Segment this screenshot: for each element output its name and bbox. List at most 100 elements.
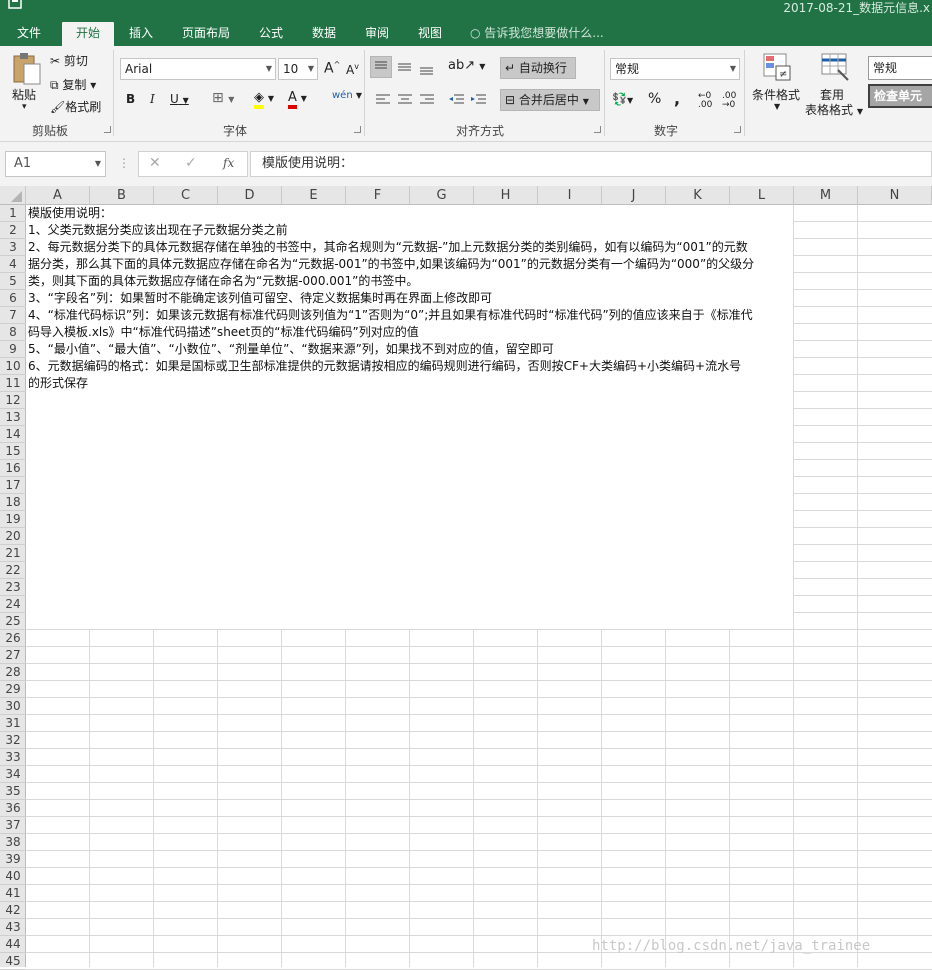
- row-header[interactable]: 16: [0, 460, 26, 477]
- insert-function-button[interactable]: fx: [223, 156, 234, 170]
- column-header-f[interactable]: F: [346, 186, 410, 205]
- borders-button[interactable]: ⊞ ▼: [212, 90, 234, 106]
- percent-button[interactable]: %: [648, 91, 661, 107]
- comma-style-button[interactable]: ,: [674, 89, 680, 108]
- row-header[interactable]: 32: [0, 732, 26, 749]
- align-top-button[interactable]: [370, 56, 392, 78]
- row-header[interactable]: 45: [0, 953, 26, 970]
- row-header[interactable]: 30: [0, 698, 26, 715]
- row-header[interactable]: 25: [0, 613, 26, 630]
- orientation-button[interactable]: ab↗ ▼: [448, 58, 485, 73]
- row-header[interactable]: 4: [0, 256, 26, 273]
- bold-button[interactable]: B: [126, 92, 135, 106]
- row-header[interactable]: 15: [0, 443, 26, 460]
- row-header[interactable]: 22: [0, 562, 26, 579]
- row-header[interactable]: 33: [0, 749, 26, 766]
- wrap-text-button[interactable]: ↵ 自动换行: [500, 57, 576, 79]
- row-header[interactable]: 12: [0, 392, 26, 409]
- clipboard-launcher-icon[interactable]: [104, 126, 111, 133]
- tell-me-box[interactable]: ○ 告诉我您想要做什么...: [470, 22, 620, 46]
- row-header[interactable]: 9: [0, 341, 26, 358]
- align-left-icon[interactable]: [374, 92, 392, 108]
- format-as-table-button[interactable]: 表格格式 ▼: [805, 101, 863, 118]
- save-icon[interactable]: [8, 0, 22, 10]
- tab-home[interactable]: 开始: [62, 22, 114, 46]
- row-header[interactable]: 36: [0, 800, 26, 817]
- number-launcher-icon[interactable]: [734, 126, 741, 133]
- format-as-table-icon[interactable]: [820, 52, 850, 82]
- cell-style-normal[interactable]: 常规: [868, 56, 932, 80]
- underline-button[interactable]: U ▼: [170, 92, 189, 106]
- row-header[interactable]: 11: [0, 375, 26, 392]
- row-header[interactable]: 31: [0, 715, 26, 732]
- cut-button[interactable]: ✂ 剪切: [50, 52, 88, 69]
- accounting-format-button[interactable]: 💱▼: [612, 92, 633, 106]
- row-header[interactable]: 38: [0, 834, 26, 851]
- tab-file[interactable]: 文件: [5, 22, 53, 46]
- shrink-font-button[interactable]: Av: [346, 62, 359, 77]
- column-header-m[interactable]: M: [794, 186, 858, 205]
- column-header-c[interactable]: C: [154, 186, 218, 205]
- grow-font-button[interactable]: A^: [324, 60, 340, 77]
- merge-center-button[interactable]: ⊟ 合并后居中 ▼: [500, 89, 600, 111]
- row-header[interactable]: 29: [0, 681, 26, 698]
- row-header[interactable]: 37: [0, 817, 26, 834]
- row-header[interactable]: 41: [0, 885, 26, 902]
- phonetic-guide-button[interactable]: wén ▼: [332, 90, 362, 101]
- row-header[interactable]: 35: [0, 783, 26, 800]
- italic-button[interactable]: I: [150, 92, 155, 106]
- tab-insert[interactable]: 插入: [118, 22, 164, 46]
- tab-view[interactable]: 视图: [407, 22, 453, 46]
- cell-style-check-cell[interactable]: 检查单元: [868, 84, 932, 108]
- number-format-select[interactable]: 常规 ▼: [610, 58, 740, 80]
- increase-indent-icon[interactable]: [470, 92, 488, 108]
- format-painter-button[interactable]: 🖌格式刷: [50, 98, 101, 115]
- row-header[interactable]: 23: [0, 579, 26, 596]
- row-header[interactable]: 27: [0, 647, 26, 664]
- tab-page-layout[interactable]: 页面布局: [172, 22, 240, 46]
- row-header[interactable]: 3: [0, 239, 26, 256]
- cancel-icon[interactable]: ✕: [149, 155, 161, 171]
- row-header[interactable]: 21: [0, 545, 26, 562]
- font-color-button[interactable]: A ▼: [288, 90, 307, 109]
- row-header[interactable]: 39: [0, 851, 26, 868]
- tab-review[interactable]: 审阅: [354, 22, 400, 46]
- align-right-icon[interactable]: [418, 92, 436, 108]
- row-header[interactable]: 20: [0, 528, 26, 545]
- paste-button[interactable]: 粘贴: [12, 86, 36, 103]
- row-header[interactable]: 19: [0, 511, 26, 528]
- name-box[interactable]: A1 ▼: [5, 151, 106, 177]
- formula-input[interactable]: 模版使用说明：: [250, 151, 932, 177]
- row-header[interactable]: 26: [0, 630, 26, 647]
- quick-access-toolbar[interactable]: [8, 0, 22, 14]
- row-header[interactable]: 17: [0, 477, 26, 494]
- conditional-formatting-button[interactable]: 条件格式: [752, 86, 800, 103]
- align-bottom-icon[interactable]: [418, 58, 436, 76]
- paste-icon[interactable]: [10, 52, 42, 86]
- row-header[interactable]: 5: [0, 273, 26, 290]
- align-center-icon[interactable]: [396, 92, 414, 108]
- row-header[interactable]: 14: [0, 426, 26, 443]
- font-launcher-icon[interactable]: [354, 126, 361, 133]
- column-header-e[interactable]: E: [282, 186, 346, 205]
- enter-icon[interactable]: ✓: [185, 155, 197, 171]
- paste-dropdown-icon[interactable]: ▾: [22, 102, 27, 112]
- tab-formulas[interactable]: 公式: [248, 22, 294, 46]
- row-header[interactable]: 44: [0, 936, 26, 953]
- row-header[interactable]: 7: [0, 307, 26, 324]
- alignment-launcher-icon[interactable]: [594, 126, 601, 133]
- column-header-b[interactable]: B: [90, 186, 154, 205]
- column-header-d[interactable]: D: [218, 186, 282, 205]
- column-header-i[interactable]: I: [538, 186, 602, 205]
- tab-data[interactable]: 数据: [301, 22, 347, 46]
- row-header[interactable]: 13: [0, 409, 26, 426]
- row-header[interactable]: 43: [0, 919, 26, 936]
- row-header[interactable]: 10: [0, 358, 26, 375]
- column-header-n[interactable]: N: [858, 186, 932, 205]
- decrease-decimal-icon[interactable]: .00 →0: [722, 92, 736, 110]
- column-header-j[interactable]: J: [602, 186, 666, 205]
- copy-button[interactable]: ⧉ 复制 ▾: [50, 76, 96, 93]
- column-header-g[interactable]: G: [410, 186, 474, 205]
- decrease-indent-icon[interactable]: [448, 92, 466, 108]
- select-all-corner[interactable]: [0, 186, 26, 205]
